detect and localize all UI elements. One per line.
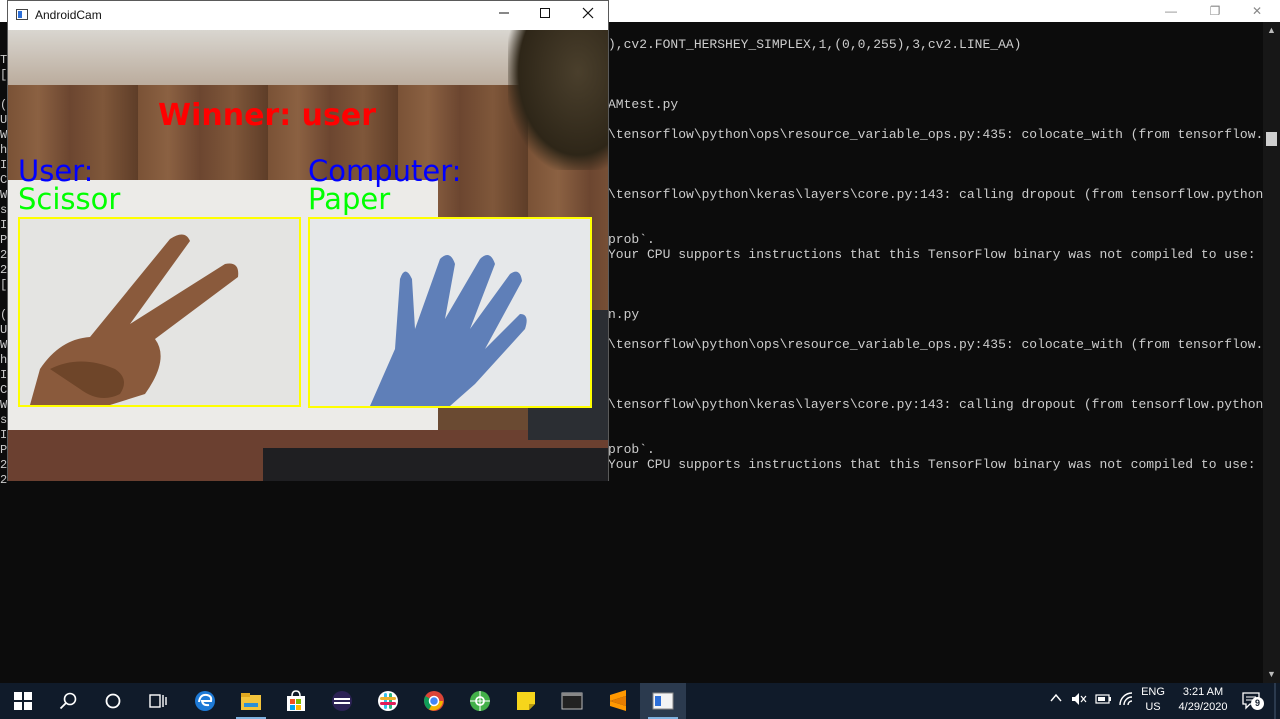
console-line: ),cv2.FONT_HERSHEY_SIMPLEX,1,(0,0,255),3… bbox=[608, 37, 1022, 52]
androidcam-taskbar-button[interactable] bbox=[640, 683, 686, 719]
task-view-button[interactable] bbox=[135, 683, 181, 719]
clock-time: 3:21 AM bbox=[1182, 686, 1224, 698]
eclipse-button[interactable] bbox=[319, 683, 365, 719]
search-button[interactable] bbox=[45, 683, 91, 719]
androidcam-icon bbox=[652, 692, 674, 710]
maximize-button[interactable] bbox=[523, 1, 567, 30]
terminal-button[interactable] bbox=[549, 683, 595, 719]
show-desktop-button[interactable] bbox=[1274, 683, 1276, 719]
sublime-text-icon bbox=[610, 690, 626, 711]
action-center-button[interactable]: 9 bbox=[1240, 691, 1264, 711]
plant-background bbox=[508, 30, 608, 170]
close-icon bbox=[582, 7, 594, 19]
show-hidden-icons-chevron-icon[interactable] bbox=[1050, 693, 1062, 706]
language-code: ENG bbox=[1141, 686, 1165, 698]
cortana-icon bbox=[105, 693, 121, 709]
sticky-notes-icon bbox=[517, 692, 535, 710]
wifi-icon[interactable] bbox=[1119, 692, 1135, 709]
computer-move: Paper bbox=[308, 182, 391, 216]
anaconda-button[interactable] bbox=[457, 683, 503, 719]
console-line: \tensorflow\python\keras\layers\core.py:… bbox=[608, 187, 1280, 202]
minimize-button[interactable] bbox=[482, 1, 526, 30]
store-button[interactable] bbox=[273, 683, 319, 719]
computer-roi-box bbox=[308, 217, 592, 408]
anaconda-icon bbox=[470, 691, 490, 711]
battery-icon[interactable] bbox=[1095, 693, 1113, 708]
edge-button[interactable] bbox=[182, 683, 228, 719]
chrome-icon bbox=[424, 691, 444, 711]
sticky-notes-button[interactable] bbox=[503, 683, 549, 719]
winner-text: Winner: user bbox=[158, 98, 377, 133]
console-line: \tensorflow\python\ops\resource_variable… bbox=[608, 337, 1280, 352]
keyboard-region: US bbox=[1145, 701, 1161, 713]
file-explorer-button[interactable] bbox=[228, 683, 274, 719]
chrome-button[interactable] bbox=[411, 683, 457, 719]
language-indicator[interactable]: ENG US bbox=[1139, 685, 1167, 715]
window-title: AndroidCam bbox=[35, 8, 102, 22]
close-button[interactable] bbox=[566, 1, 610, 30]
windows-start-icon bbox=[14, 692, 32, 710]
cortana-button[interactable] bbox=[90, 683, 136, 719]
camera-frame: Winner: user User: Scissor Computer: Pap… bbox=[8, 30, 608, 481]
console-minimize-button[interactable]: — bbox=[1148, 0, 1194, 22]
console-line: \tensorflow\python\ops\resource_variable… bbox=[608, 127, 1280, 142]
androidcam-window: AndroidCam Winner: user User: Scissor Co… bbox=[7, 0, 609, 481]
edge-icon bbox=[195, 691, 215, 711]
eclipse-icon bbox=[332, 691, 352, 711]
console-line: AMtest.py bbox=[608, 97, 679, 112]
user-roi-box bbox=[18, 217, 301, 407]
user-move: Scissor bbox=[18, 182, 121, 216]
store-icon bbox=[287, 690, 305, 711]
volume-muted-icon[interactable] bbox=[1071, 692, 1087, 709]
slack-icon bbox=[378, 691, 398, 711]
console-restore-button[interactable]: ❐ bbox=[1192, 0, 1238, 22]
scroll-up-arrow-icon[interactable]: ▲ bbox=[1263, 22, 1280, 39]
console-line: prob`. bbox=[608, 442, 655, 457]
paper-hand-icon bbox=[370, 255, 527, 406]
console-line: \tensorflow\python\keras\layers\core.py:… bbox=[608, 397, 1280, 412]
start-button[interactable] bbox=[0, 683, 46, 719]
app-window-icon bbox=[16, 9, 28, 20]
scrollbar-thumb[interactable] bbox=[1266, 132, 1277, 146]
console-scrollbar[interactable]: ▲ ▼ bbox=[1263, 22, 1280, 683]
taskbar: ENG US 3:21 AM 4/29/2020 9 bbox=[0, 683, 1280, 719]
terminal-icon bbox=[561, 692, 583, 710]
laptop-background bbox=[263, 448, 608, 481]
scroll-down-arrow-icon[interactable]: ▼ bbox=[1263, 666, 1280, 683]
androidcam-titlebar[interactable]: AndroidCam bbox=[8, 1, 608, 30]
scissor-hand-icon bbox=[30, 234, 239, 405]
minimize-icon bbox=[499, 12, 509, 14]
clock-date: 4/29/2020 bbox=[1178, 701, 1228, 713]
console-close-button[interactable]: ✕ bbox=[1234, 0, 1280, 22]
console-line: prob`. bbox=[608, 232, 655, 247]
search-icon bbox=[59, 692, 77, 710]
maximize-icon bbox=[540, 8, 550, 18]
console-line: Your CPU supports instructions that this… bbox=[608, 457, 1280, 472]
console-line: n.py bbox=[608, 307, 640, 322]
file-explorer-icon bbox=[241, 693, 261, 710]
task-view-icon bbox=[149, 694, 167, 708]
notification-count-badge: 9 bbox=[1251, 697, 1264, 710]
sublime-text-button[interactable] bbox=[595, 683, 641, 719]
clock[interactable]: 3:21 AM 4/29/2020 bbox=[1172, 685, 1234, 715]
slack-button[interactable] bbox=[365, 683, 411, 719]
console-line: Your CPU supports instructions that this… bbox=[608, 247, 1280, 262]
